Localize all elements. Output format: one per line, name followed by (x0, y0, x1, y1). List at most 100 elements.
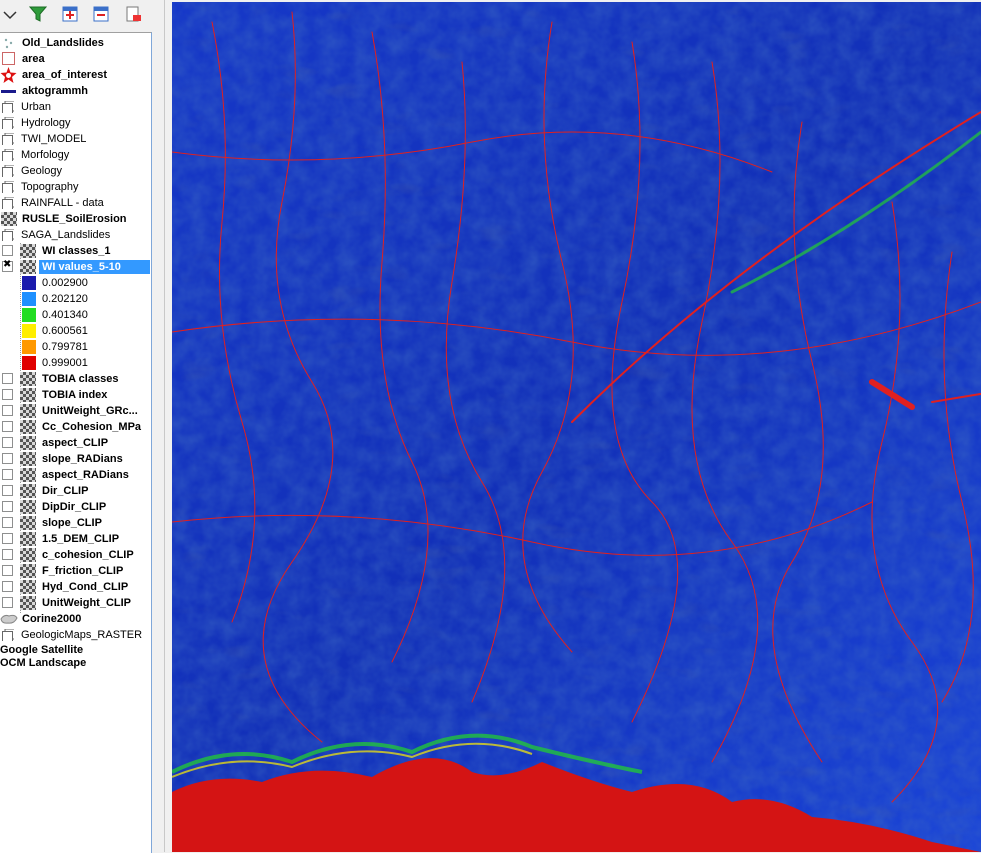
layer-label: DipDir_CLIP (42, 501, 107, 513)
layer-label: WI classes_1 (42, 245, 111, 257)
visibility-checkbox[interactable] (2, 453, 13, 464)
layer-label: Cc_Cohesion_MPa (42, 421, 142, 433)
visibility-checkbox[interactable] (2, 259, 13, 272)
layer-label: aspect_RADians (42, 469, 129, 481)
filter-icon[interactable] (28, 4, 48, 24)
layer-saga-child[interactable]: TOBIA index (0, 387, 151, 403)
layer-area[interactable]: area (0, 51, 151, 67)
group-morfology[interactable]: Morfology (0, 147, 151, 163)
expand-all-icon[interactable] (60, 4, 80, 24)
group-icon (2, 229, 14, 241)
layer-saga-child[interactable]: TOBIA classes (0, 371, 151, 387)
layer-label: UnitWeight_CLIP (42, 597, 132, 609)
raster-layer-icon (20, 372, 36, 386)
layers-toolbar (0, 0, 160, 30)
legend-swatch (22, 292, 36, 306)
legend-value: 0.600561 (42, 325, 88, 337)
layer-saga-child[interactable]: c_cohesion_CLIP (0, 547, 151, 563)
visibility-checkbox[interactable] (2, 597, 13, 608)
panel-splitter[interactable] (152, 0, 172, 852)
group-icon (2, 101, 14, 113)
layer-label: TOBIA index (42, 389, 108, 401)
raster-layer-icon (20, 260, 36, 274)
visibility-checkbox[interactable] (2, 469, 13, 480)
layer-label: OCM Landscape (0, 657, 87, 669)
visibility-checkbox[interactable] (2, 581, 13, 592)
legend-entry: 0.799781 (0, 339, 151, 355)
layer-saga-child[interactable]: Cc_Cohesion_MPa (0, 419, 151, 435)
group-label: RAINFALL - data (21, 197, 104, 209)
raster-layer-icon (20, 404, 36, 418)
visibility-checkbox[interactable] (2, 533, 13, 544)
raster-layer-icon (20, 388, 36, 402)
visibility-checkbox[interactable] (2, 373, 13, 384)
visibility-checkbox[interactable] (2, 565, 13, 576)
layer-label: aspect_CLIP (42, 437, 109, 449)
layer-saga-child[interactable]: aspect_CLIP (0, 435, 151, 451)
legend-entry: 0.401340 (0, 307, 151, 323)
layer-label: c_cohesion_CLIP (42, 549, 134, 561)
group-rainfall[interactable]: RAINFALL - data (0, 195, 151, 211)
layer-label: F_friction_CLIP (42, 565, 124, 577)
layer-label: aktogrammh (22, 85, 89, 97)
group-saga-landslides[interactable]: SAGA_Landslides (0, 227, 151, 243)
group-hydrology[interactable]: Hydrology (0, 115, 151, 131)
polygon-layer-icon (0, 614, 18, 624)
group-label: TWI_MODEL (21, 133, 87, 145)
star-polygon-icon (0, 67, 17, 83)
group-urban[interactable]: Urban (0, 99, 151, 115)
group-geology[interactable]: Geology (0, 163, 151, 179)
layer-ocm-landscape[interactable]: OCM Landscape (0, 655, 151, 671)
collapse-all-icon[interactable] (91, 4, 111, 24)
layer-aktogrammh[interactable]: aktogrammh (0, 83, 151, 99)
raster-layer-icon (20, 516, 36, 530)
layer-wi-classes[interactable]: WI classes_1 (0, 243, 151, 259)
remove-layer-icon[interactable] (123, 4, 143, 24)
layer-saga-child[interactable]: DipDir_CLIP (0, 499, 151, 515)
group-icon (2, 181, 14, 193)
raster-layer-icon (1, 212, 17, 226)
group-twi-model[interactable]: TWI_MODEL (0, 131, 151, 147)
layer-saga-child[interactable]: slope_RADians (0, 451, 151, 467)
visibility-checkbox[interactable] (2, 517, 13, 528)
group-topography[interactable]: Topography (0, 179, 151, 195)
layer-saga-child[interactable]: UnitWeight_GRc... (0, 403, 151, 419)
visibility-checkbox[interactable] (2, 405, 13, 416)
layer-saga-child[interactable]: Dir_CLIP (0, 483, 151, 499)
layer-label: Old_Landslides (22, 37, 104, 49)
layer-saga-child[interactable]: aspect_RADians (0, 467, 151, 483)
visibility-checkbox[interactable] (2, 501, 13, 512)
layer-corine2000[interactable]: Corine2000 (0, 611, 151, 627)
layer-saga-child[interactable]: 1.5_DEM_CLIP (0, 531, 151, 547)
map-canvas[interactable] (172, 2, 981, 852)
group-label: Geology (21, 165, 62, 177)
visibility-checkbox[interactable] (2, 245, 13, 256)
layer-saga-child[interactable]: slope_CLIP (0, 515, 151, 531)
layer-saga-child[interactable]: UnitWeight_CLIP (0, 595, 151, 611)
group-geologic-maps[interactable]: GeologicMaps_RASTER (0, 627, 151, 643)
dropdown-arrow-icon[interactable] (0, 4, 20, 24)
visibility-checkbox[interactable] (2, 389, 13, 400)
visibility-checkbox[interactable] (2, 437, 13, 448)
legend-entry: 0.600561 (0, 323, 151, 339)
legend-value: 0.202120 (42, 293, 88, 305)
visibility-checkbox[interactable] (2, 549, 13, 560)
layer-rusle[interactable]: RUSLE_SoilErosion (0, 211, 151, 227)
group-label: GeologicMaps_RASTER (21, 629, 143, 641)
polygon-layer-icon (2, 52, 15, 65)
group-label: Morfology (21, 149, 70, 161)
layer-label: WI values_5-10 (39, 260, 150, 274)
layer-old-landslides[interactable]: Old_Landslides (0, 35, 151, 51)
visibility-checkbox[interactable] (2, 421, 13, 432)
layer-saga-child[interactable]: F_friction_CLIP (0, 563, 151, 579)
group-icon (2, 133, 14, 145)
layer-wi-values[interactable]: WI values_5-10 (0, 259, 151, 275)
group-label: Hydrology (21, 117, 71, 129)
legend-swatch (22, 324, 36, 338)
layer-area-of-interest[interactable]: area_of_interest (0, 67, 151, 83)
visibility-checkbox[interactable] (2, 485, 13, 496)
layer-saga-child[interactable]: Hyd_Cond_CLIP (0, 579, 151, 595)
raster-layer-icon (20, 580, 36, 594)
legend-entry: 0.002900 (0, 275, 151, 291)
layer-label: 1.5_DEM_CLIP (42, 533, 120, 545)
